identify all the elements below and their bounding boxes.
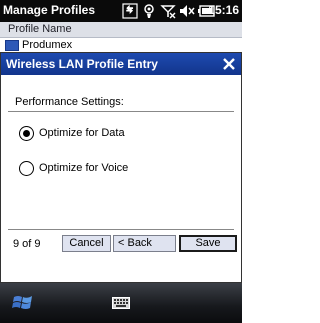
cancel-button[interactable]: Cancel [62, 235, 111, 252]
list-item-label: Produmex [22, 39, 73, 51]
no-signal-icon[interactable] [160, 3, 176, 19]
page-indicator: 9 of 9 [13, 238, 41, 250]
divider [8, 229, 234, 230]
volume-muted-icon[interactable] [179, 3, 195, 19]
radio-label: Optimize for Data [39, 127, 125, 139]
close-icon[interactable] [221, 56, 237, 72]
optimize-for-data-radio[interactable]: Optimize for Data [19, 126, 219, 144]
network-sync-icon[interactable] [122, 3, 138, 19]
softkey-bar [0, 283, 242, 323]
app-title: Manage Profiles [3, 3, 96, 17]
radio-circle [19, 161, 34, 176]
dialog-titlebar: Wireless LAN Profile Entry [1, 53, 241, 75]
divider [8, 111, 234, 112]
list-item[interactable]: Produmex [0, 38, 242, 52]
clock: 15:16 [208, 3, 239, 17]
dialog-title: Wireless LAN Profile Entry [6, 57, 158, 71]
status-bar: Manage Profiles 15:16 [0, 0, 242, 22]
windows-start-icon[interactable] [12, 293, 34, 313]
list-column-header[interactable]: Profile Name [0, 22, 242, 38]
radio-circle [19, 126, 34, 141]
save-button[interactable]: Save [179, 235, 237, 252]
radio-selected-dot [23, 130, 30, 137]
performance-settings-label: Performance Settings: [15, 96, 124, 108]
column-header-profile-name: Profile Name [8, 23, 72, 35]
radio-label: Optimize for Voice [39, 162, 129, 174]
wifi-signal-icon[interactable] [141, 3, 157, 19]
back-button[interactable]: < Back [113, 235, 176, 252]
keyboard-icon[interactable] [112, 297, 130, 309]
optimize-for-voice-radio[interactable]: Optimize for Voice [19, 161, 219, 179]
profile-icon [5, 40, 19, 51]
wlan-profile-dialog: Wireless LAN Profile Entry Performance S… [0, 52, 242, 283]
